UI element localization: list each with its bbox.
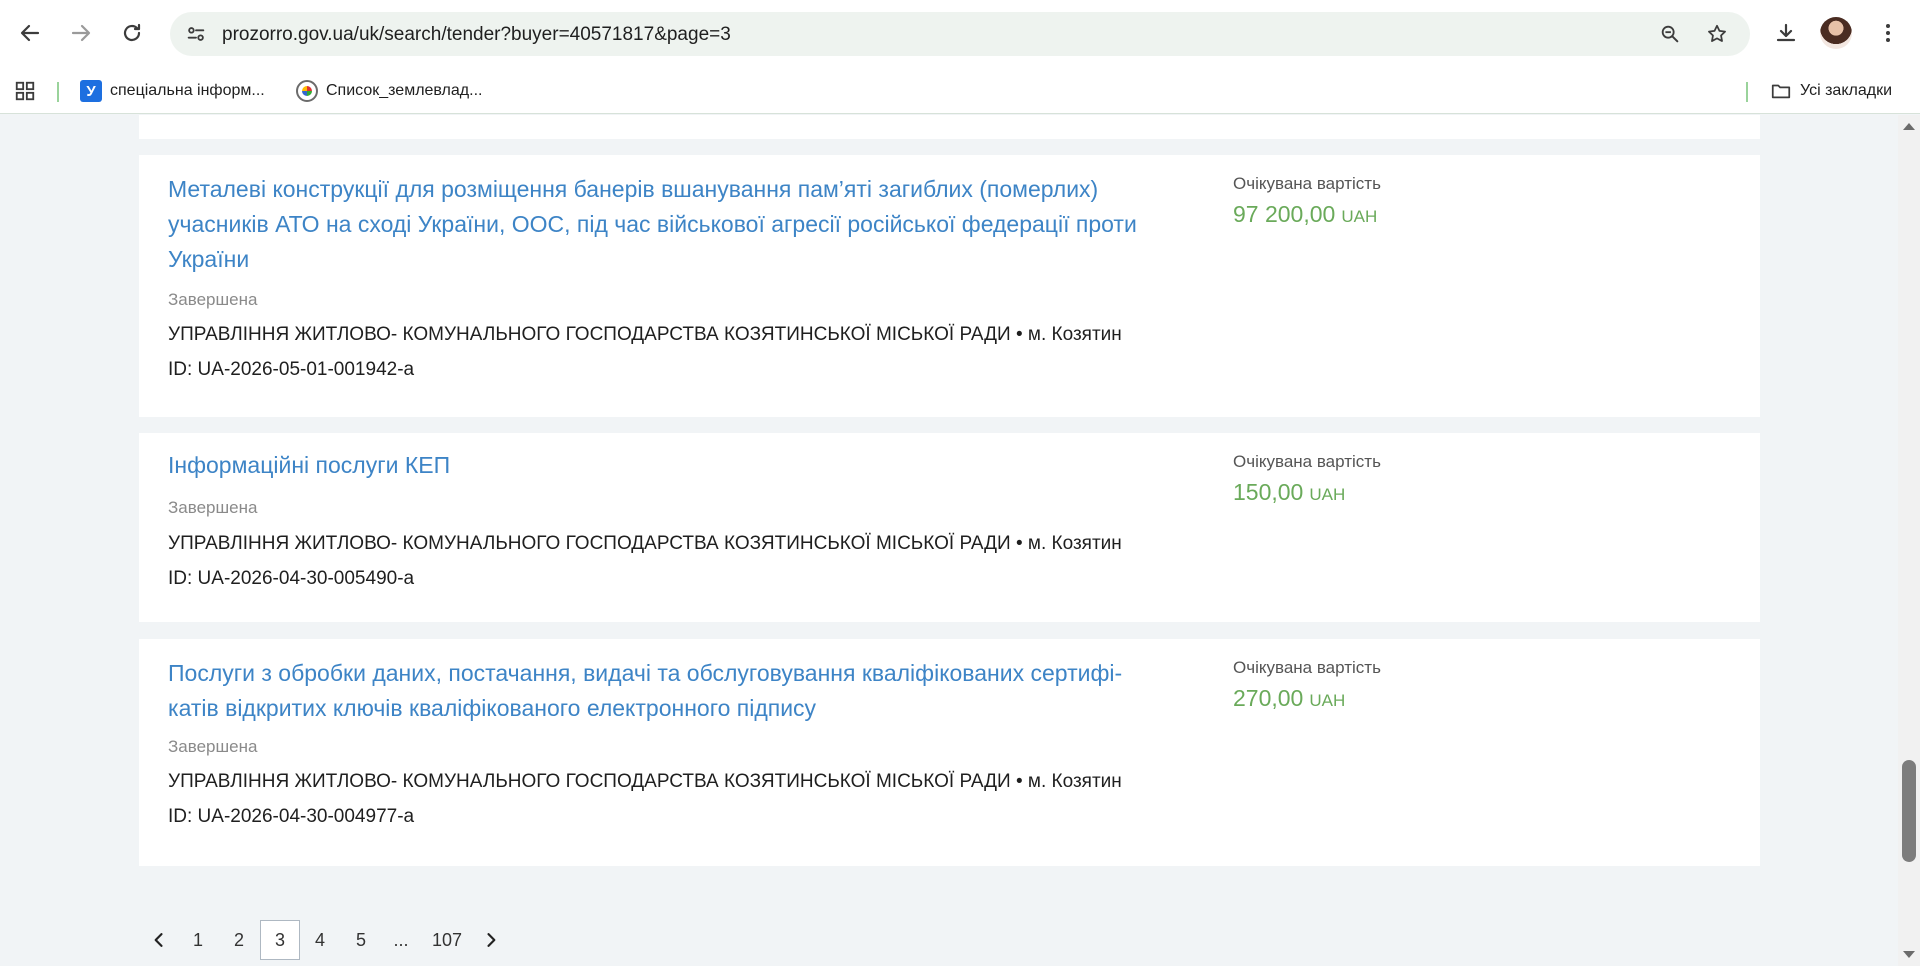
amount-value: 97 200,00 bbox=[1233, 201, 1336, 227]
bookmark-item[interactable]: У спеціальна інформ... bbox=[80, 77, 265, 105]
wikipedia-favicon-icon bbox=[296, 80, 318, 102]
tender-title-line: Послуги з обробки даних, постачання, вид… bbox=[168, 660, 1123, 686]
tender-card-partial bbox=[139, 115, 1760, 139]
arrow-left-icon bbox=[20, 24, 40, 42]
tender-title-line: України bbox=[168, 246, 250, 272]
bookmark-item[interactable]: Список_землевлад... bbox=[296, 77, 482, 105]
tender-title-line: Інформаційні послуги КЕП bbox=[168, 452, 451, 478]
menu-kebab-icon[interactable] bbox=[1870, 15, 1906, 51]
tender-id: ID: UA-2026-04-30-004977-a bbox=[168, 806, 415, 827]
tender-title-link[interactable]: Послуги з обробки даних, постачання, вид… bbox=[168, 656, 1122, 726]
page-scrollbar[interactable] bbox=[1898, 115, 1920, 966]
tender-status: Завершена bbox=[168, 290, 258, 309]
pagination-page[interactable]: 5 bbox=[348, 920, 374, 960]
chevron-left-icon bbox=[154, 933, 163, 947]
address-bar[interactable]: prozorro.gov.ua/uk/search/tender?buyer=4… bbox=[170, 12, 1750, 56]
pagination-next-button[interactable] bbox=[480, 920, 502, 960]
scroll-up-arrow-icon[interactable] bbox=[1903, 123, 1915, 130]
scrollbar-thumb[interactable] bbox=[1902, 760, 1916, 862]
arrow-right-icon bbox=[71, 24, 91, 42]
bookmarks-separator bbox=[57, 82, 59, 102]
bookmarks-bar: У спеціальна інформ... Список_землевлад.… bbox=[0, 68, 1920, 114]
pagination-page[interactable]: 4 bbox=[307, 920, 333, 960]
bookmarks-separator bbox=[1746, 82, 1748, 102]
apps-grid-icon[interactable] bbox=[14, 77, 36, 105]
pagination-page[interactable]: 107 bbox=[426, 920, 468, 960]
tender-status: Завершена bbox=[168, 498, 258, 517]
expected-value-amount: 97 200,00 UAH bbox=[1233, 201, 1377, 228]
tender-card: Металеві конструкції для розміщення бане… bbox=[139, 155, 1760, 417]
tender-buyer: УПРАВЛІННЯ ЖИТЛОВО- КОМУНАЛЬНОГО ГОСПОДА… bbox=[168, 324, 1122, 345]
tender-buyer: УПРАВЛІННЯ ЖИТЛОВО- КОМУНАЛЬНОГО ГОСПОДА… bbox=[168, 533, 1122, 554]
folder-icon bbox=[1771, 84, 1791, 99]
reload-icon bbox=[123, 23, 141, 42]
bookmark-label: спеціальна інформ... bbox=[110, 82, 265, 99]
tender-id: ID: UA-2026-04-30-005490-a bbox=[168, 568, 415, 589]
amount-value: 270,00 bbox=[1233, 685, 1304, 711]
url-text[interactable]: prozorro.gov.ua/uk/search/tender?buyer=4… bbox=[222, 24, 731, 46]
amount-value: 150,00 bbox=[1233, 479, 1304, 505]
profile-avatar[interactable] bbox=[1820, 17, 1852, 49]
expected-value-amount: 270,00 UAH bbox=[1233, 685, 1345, 712]
pagination-page[interactable]: 2 bbox=[226, 920, 252, 960]
all-bookmarks-button[interactable]: Усі закладки bbox=[1770, 77, 1892, 105]
pagination-page-current[interactable]: 3 bbox=[260, 920, 300, 960]
tender-id: ID: UA-2026-05-01-001942-a bbox=[168, 359, 415, 380]
forward-button[interactable] bbox=[63, 15, 99, 51]
currency-label: UAH bbox=[1309, 485, 1346, 504]
all-bookmarks-label: Усі закладки bbox=[1800, 82, 1893, 99]
browser-toolbar: prozorro.gov.ua/uk/search/tender?buyer=4… bbox=[0, 0, 1920, 68]
expected-value-label: Очікувана вартість bbox=[1233, 452, 1381, 471]
tender-title-line: Металеві конструкції для розміщення бане… bbox=[168, 176, 1099, 202]
tender-title-line: учасників АТО на сході України, ООС, під… bbox=[168, 211, 1137, 237]
expected-value-label: Очікувана вартість bbox=[1233, 658, 1381, 677]
bookmark-star-icon[interactable] bbox=[1705, 22, 1729, 46]
currency-label: UAH bbox=[1309, 691, 1346, 710]
page-content: Металеві конструкції для розміщення бане… bbox=[0, 115, 1898, 966]
u-favicon-icon: У bbox=[80, 80, 102, 102]
tender-buyer: УПРАВЛІННЯ ЖИТЛОВО- КОМУНАЛЬНОГО ГОСПОДА… bbox=[168, 771, 1122, 792]
reload-button[interactable] bbox=[114, 15, 150, 51]
scroll-down-arrow-icon[interactable] bbox=[1903, 951, 1915, 958]
currency-label: UAH bbox=[1341, 207, 1378, 226]
pagination-ellipsis: ... bbox=[393, 929, 409, 950]
downloads-icon[interactable] bbox=[1768, 15, 1804, 51]
tender-card: Інформаційні послуги КЕП Завершена УПРАВ… bbox=[139, 433, 1760, 622]
expected-value-amount: 150,00 UAH bbox=[1233, 479, 1345, 506]
tender-card: Послуги з обробки даних, постачання, вид… bbox=[139, 639, 1760, 866]
chevron-right-icon bbox=[487, 933, 496, 947]
zoom-icon[interactable] bbox=[1658, 22, 1682, 46]
pagination-page[interactable]: 1 bbox=[185, 920, 211, 960]
back-button[interactable] bbox=[12, 15, 48, 51]
expected-value-label: Очікувана вартість bbox=[1233, 174, 1381, 193]
tender-status: Завершена bbox=[168, 737, 258, 756]
pagination-prev-button[interactable] bbox=[148, 920, 170, 960]
bookmark-label: Список_землевлад... bbox=[326, 82, 483, 99]
site-settings-icon[interactable] bbox=[184, 22, 208, 46]
tender-title-link[interactable]: Інформаційні послуги КЕП bbox=[168, 448, 450, 483]
tender-title-line: катів відкритих ключів кваліфікованого е… bbox=[168, 695, 817, 721]
tender-title-link[interactable]: Металеві конструкції для розміщення бане… bbox=[168, 172, 1137, 277]
